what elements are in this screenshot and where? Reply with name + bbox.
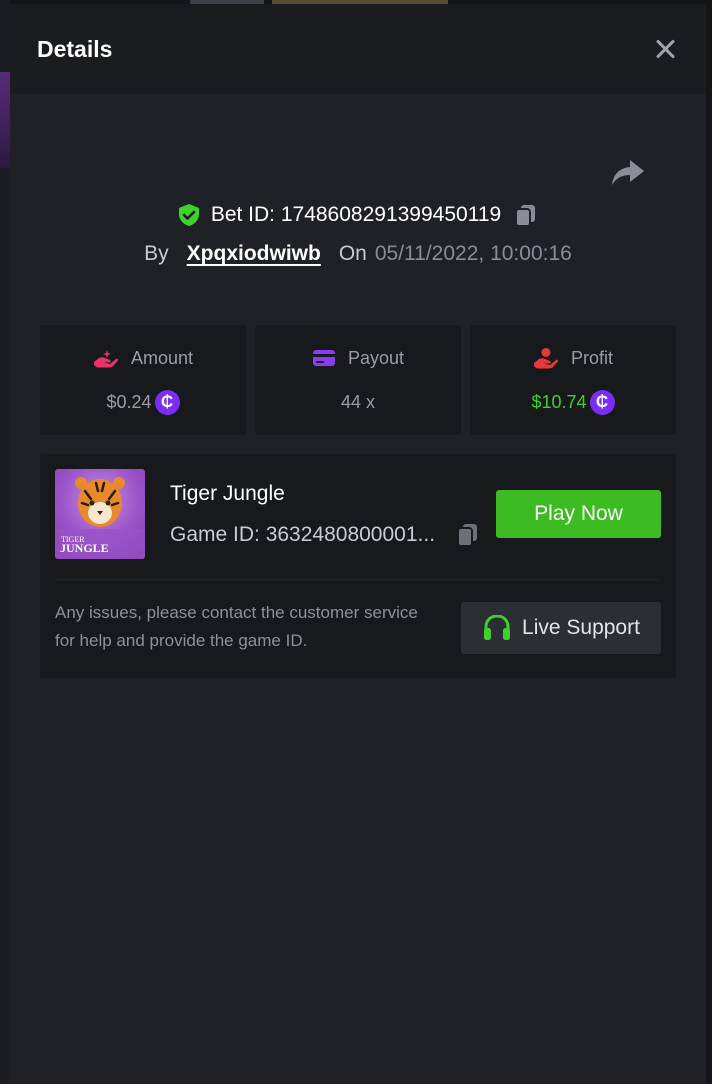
bet-id: Bet ID: 1748608291399450119 — [210, 203, 502, 226]
modal-header: Details — [10, 4, 706, 94]
support-notice: Any issues, please contact the customer … — [55, 603, 418, 650]
hand-heart-icon — [533, 348, 559, 369]
play-now-button[interactable]: Play Now — [496, 490, 661, 538]
copy-icon[interactable] — [456, 522, 480, 548]
bet-details-modal: Details Bet ID: 1748608291399450119 By X… — [10, 4, 706, 1084]
tiger-image: TIGER JUNGLE — [55, 477, 145, 559]
payout-label: Payout — [347, 347, 405, 368]
game-card: TIGER JUNGLE Tiger Jungle Game ID: 36324… — [40, 454, 676, 678]
bet-datetime: 05/11/2022, 10:00:16 — [374, 242, 572, 265]
share-icon[interactable] — [610, 156, 646, 188]
divider — [55, 579, 659, 580]
shield-check-icon — [178, 204, 199, 226]
bet-id-row: Bet ID: 1748608291399450119 — [10, 202, 706, 228]
profit-label: Profit — [570, 347, 613, 368]
hand-coin-icon — [93, 350, 119, 368]
amount-value: $0.24 — [106, 391, 152, 412]
headset-icon — [484, 615, 511, 640]
stat-profit: Profit $10.74 ₵ — [470, 325, 676, 435]
bet-meta-row: By Xpqxiodwiwb On 05/11/2022, 10:00:16 — [10, 242, 706, 266]
game-id-row: Game ID: 3632480800001... — [170, 522, 480, 548]
on-label: On — [338, 242, 367, 265]
game-name: Tiger Jungle — [170, 482, 285, 505]
thumb-title-line2: JUNGLE — [60, 541, 109, 555]
modal-title: Details — [37, 35, 113, 62]
bet-stats: Amount $0.24 ₵ Payout 44 x Profit $10.74… — [40, 325, 676, 435]
username-link[interactable]: Xpqxiodwiwb — [187, 242, 321, 266]
by-label: By — [144, 242, 169, 265]
card-icon — [312, 350, 335, 366]
payout-value: 44 x — [340, 391, 376, 412]
live-support-label: Live Support — [522, 616, 640, 639]
stat-amount: Amount $0.24 ₵ — [40, 325, 246, 435]
amount-label: Amount — [130, 347, 194, 368]
close-icon[interactable] — [652, 36, 678, 62]
game-id: Game ID: 3632480800001... — [170, 523, 436, 546]
backdrop-game-tile — [0, 72, 10, 168]
copy-icon[interactable] — [513, 202, 539, 228]
game-thumbnail[interactable]: TIGER JUNGLE — [55, 469, 145, 559]
stat-payout: Payout 44 x — [255, 325, 461, 435]
coin-icon: ₵ — [589, 389, 615, 415]
profit-value: $10.74 — [531, 391, 587, 412]
coin-icon: ₵ — [154, 389, 180, 415]
live-support-button[interactable]: Live Support — [461, 602, 661, 654]
